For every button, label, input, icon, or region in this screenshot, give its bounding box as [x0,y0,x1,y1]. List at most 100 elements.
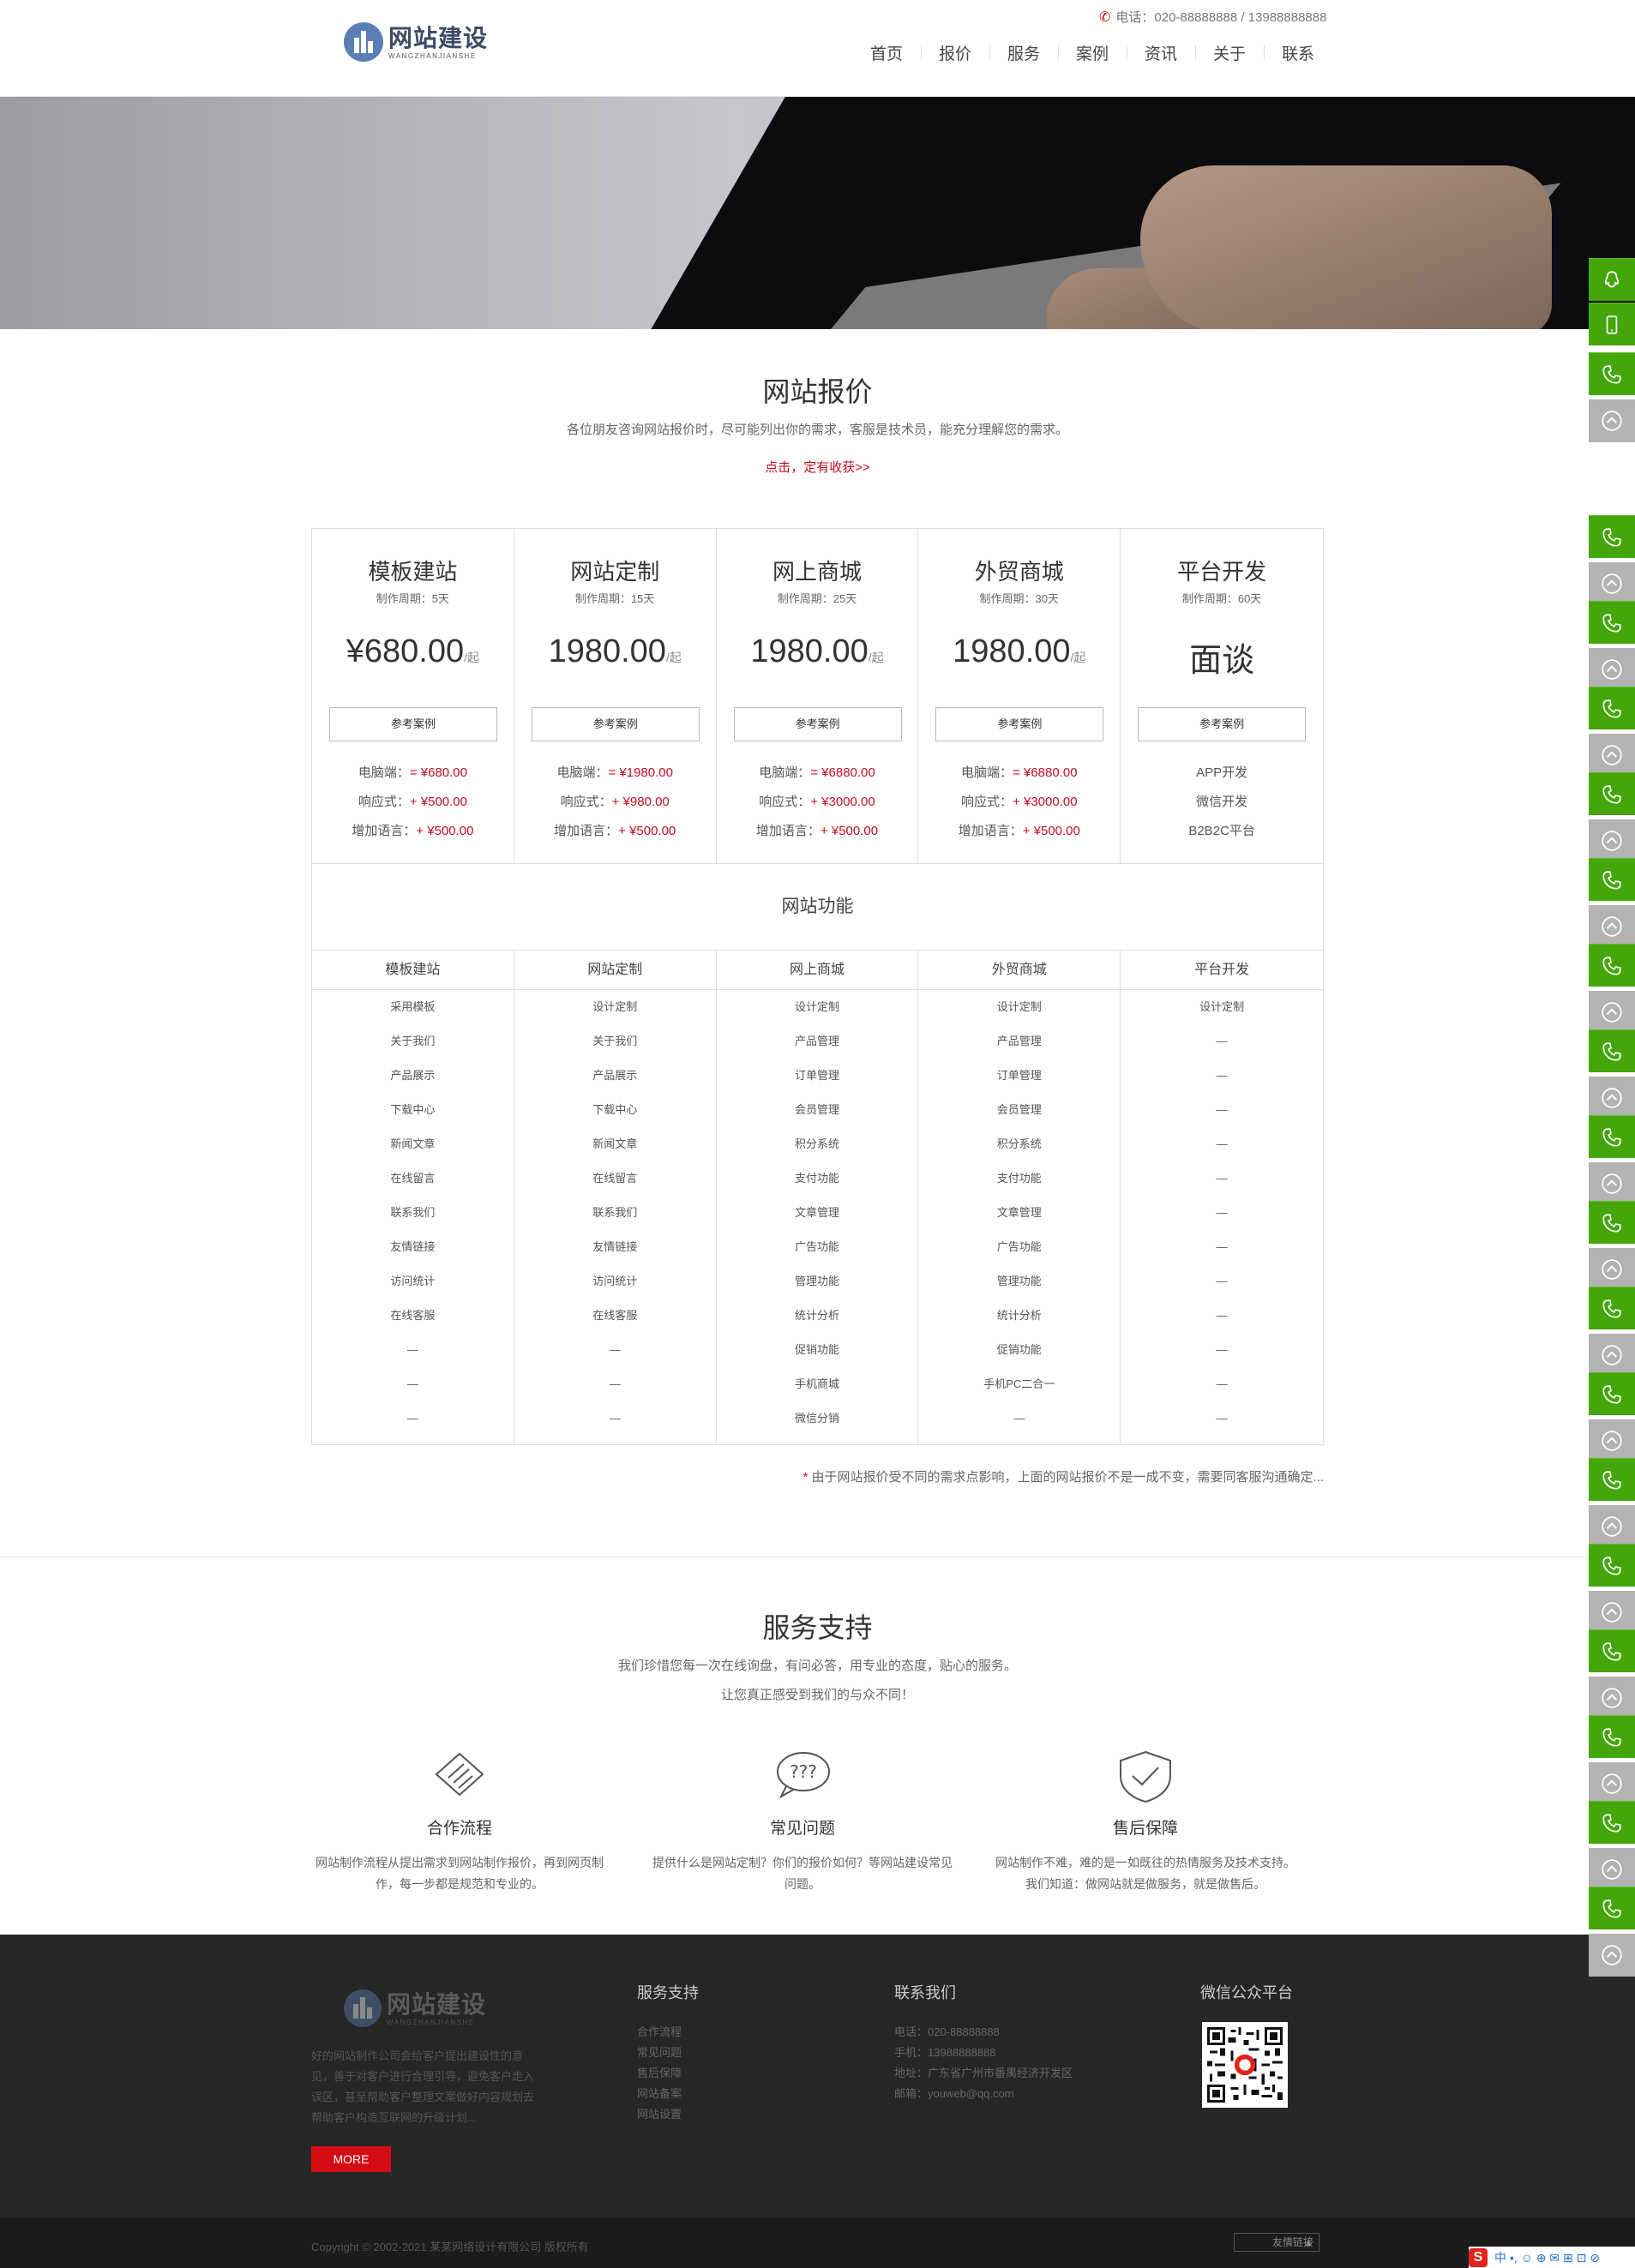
feature-column: 平台开发 设计定制 — — — — — — — — — — — — [1121,951,1323,1444]
plan-card: 网站定制 制作周期：15天 1980.00/起 参考案例 电脑端：= ¥1980.00 响… [514,529,717,863]
service-item-process[interactable]: 合作流程 网站制作流程从提出需求到网站制作报价，再到网页制作，每一步都是规范和专… [305,1749,614,1895]
ime-icons[interactable]: 中 •, ☺ ⊕ ✉ ⊞ ⊡ ⊘ [1494,2249,1600,2266]
side-back-to-top-button[interactable] [1589,734,1635,777]
reference-case-button[interactable]: 参考案例 [733,707,902,741]
back-to-top-icon [1602,411,1622,431]
nav-item-home[interactable]: 首页 [852,41,921,64]
side-back-to-top-button[interactable] [1589,905,1635,948]
ime-logo-icon[interactable]: S [1469,2247,1488,2267]
service-item-desc: 提供什么是网站定制？你们的报价如何？等网站建设常见问题。 [652,1856,953,1891]
banner-hand-image [1140,165,1552,329]
side-phone-button[interactable] [1589,1629,1635,1672]
side-back-to-top-button[interactable] [1589,1162,1635,1205]
side-mobile-button[interactable] [1589,303,1635,345]
feature-item: 广告功能 [996,1240,1042,1253]
side-phone-button[interactable] [1589,1887,1635,1929]
plan-feature-label: 电脑端： [759,765,811,780]
friend-links-select[interactable]: 友情链接 ▲ [1234,2233,1319,2252]
side-phone-button[interactable] [1589,1458,1635,1501]
side-back-to-top-button[interactable] [1589,1934,1635,1977]
svg-text:???: ??? [790,1761,817,1782]
feature-item: 在线客服 [390,1309,436,1322]
side-phone-button[interactable] [1589,1201,1635,1244]
side-back-to-top-button[interactable] [1589,1334,1635,1377]
side-back-to-top-button[interactable] [1589,562,1635,605]
plan-feature-label: 响应式： [560,795,612,809]
nav-item-cases[interactable]: 案例 [1058,41,1127,64]
reference-case-button[interactable]: 参考案例 [935,707,1104,741]
side-phone-button[interactable] [1589,515,1635,558]
side-phone-button[interactable] [1589,1287,1635,1329]
footer-logo[interactable]: 网站建设 WANGZHANJIANSHE [344,1989,486,2027]
reference-case-button[interactable]: 参考案例 [329,707,497,741]
side-phone-button[interactable] [1589,1801,1635,1844]
side-phone-button[interactable] [1589,944,1635,987]
plan-price-unit: /起 [665,651,682,664]
pricing-link[interactable]: 点击，定有收获>> [0,458,1635,476]
footer-link-filing[interactable]: 网站备案 [637,2084,699,2104]
side-phone-button[interactable] [1589,1115,1635,1158]
plan-feature-label: 增加语言： [554,824,619,838]
footer-col-title: 联系我们 [894,1984,956,2001]
nav-item-news[interactable]: 资讯 [1127,41,1195,64]
side-back-to-top-button[interactable] [1589,1505,1635,1548]
reference-case-button[interactable]: 参考案例 [531,707,700,741]
side-back-to-top-button[interactable] [1589,991,1635,1034]
back-to-top-icon [1602,745,1622,765]
nav-item-contact[interactable]: 联系 [1264,41,1332,64]
nav-item-service[interactable]: 服务 [989,41,1058,64]
plan-feature-label: 响应式： [961,795,1013,809]
handshake-icon [435,1752,484,1797]
side-phone-button[interactable] [1589,1715,1635,1758]
feature-item: 文章管理 [996,1206,1042,1219]
side-phone-button[interactable] [1589,352,1635,395]
plan-feature-value: = ¥6880.00 [1013,765,1078,780]
side-back-to-top-button[interactable] [1589,648,1635,691]
nav-item-about[interactable]: 关于 [1195,41,1264,64]
back-to-top-icon [1602,916,1622,937]
side-phone-button[interactable] [1589,687,1635,729]
question-bubble-icon: ??? [777,1752,830,1799]
feature-item: — [1216,1172,1228,1185]
footer-link-faq[interactable]: 常见问题 [637,2043,699,2063]
side-back-to-top-button[interactable] [1589,1677,1635,1719]
service-item-faq[interactable]: ??? 常见问题 提供什么是网站定制？你们的报价如何？等网站建设常见问题。 [648,1749,957,1895]
side-back-to-top-button[interactable] [1589,1077,1635,1119]
footer-email: 邮箱：youweb@qq.com [894,2087,1014,2100]
side-back-to-top-button[interactable] [1589,399,1635,442]
side-back-to-top-button[interactable] [1589,819,1635,862]
side-back-to-top-button[interactable] [1589,1248,1635,1291]
phone-icon [1602,1127,1621,1147]
phone-icon [1602,1213,1621,1233]
footer-link-settings[interactable]: 网站设置 [637,2104,699,2125]
plan-feature: 响应式：+ ¥980.00 [514,792,716,810]
side-qq-button[interactable] [1589,258,1635,301]
footer-link-process[interactable]: 合作流程 [637,2022,699,2043]
plan-price-unit: /起 [1070,651,1086,664]
feature-column-header: 网上商城 [716,951,918,990]
side-back-to-top-button[interactable] [1589,1591,1635,1634]
side-back-to-top-button[interactable] [1589,1848,1635,1891]
nav-item-pricing[interactable]: 报价 [921,41,989,64]
logo[interactable]: 网站建设 WANGZHANJIANSHE [344,17,488,67]
side-phone-button[interactable] [1589,1029,1635,1072]
service-item-title: 合作流程 [426,1820,492,1838]
plan-card: 网上商城 制作周期：25天 1980.00/起 参考案例 电脑端：= ¥6880.00 响… [717,529,919,863]
side-phone-button[interactable] [1589,1544,1635,1587]
phone-icon [1602,1384,1621,1404]
side-back-to-top-button[interactable] [1589,1762,1635,1805]
side-back-to-top-button[interactable] [1589,1419,1635,1462]
plan-feature-value: + ¥3000.00 [810,795,875,809]
back-to-top-icon [1602,1688,1622,1708]
phone-icon [1602,1813,1621,1833]
side-phone-button[interactable] [1589,1372,1635,1415]
side-phone-button[interactable] [1589,858,1635,901]
service-subtitle-2: 让您真正感受到我们的与众不同！ [720,1688,914,1702]
side-phone-button[interactable] [1589,601,1635,644]
service-item-aftersales[interactable]: 售后保障 网站制作不难，难的是一如既往的热情服务及技术支持。我们知道：做网站就是… [991,1749,1300,1895]
more-button[interactable]: MORE [311,2146,391,2172]
side-phone-button[interactable] [1589,772,1635,815]
feature-item: — [1216,1103,1228,1116]
footer-link-aftersales[interactable]: 售后保障 [637,2063,699,2084]
reference-case-button[interactable]: 参考案例 [1138,707,1307,741]
